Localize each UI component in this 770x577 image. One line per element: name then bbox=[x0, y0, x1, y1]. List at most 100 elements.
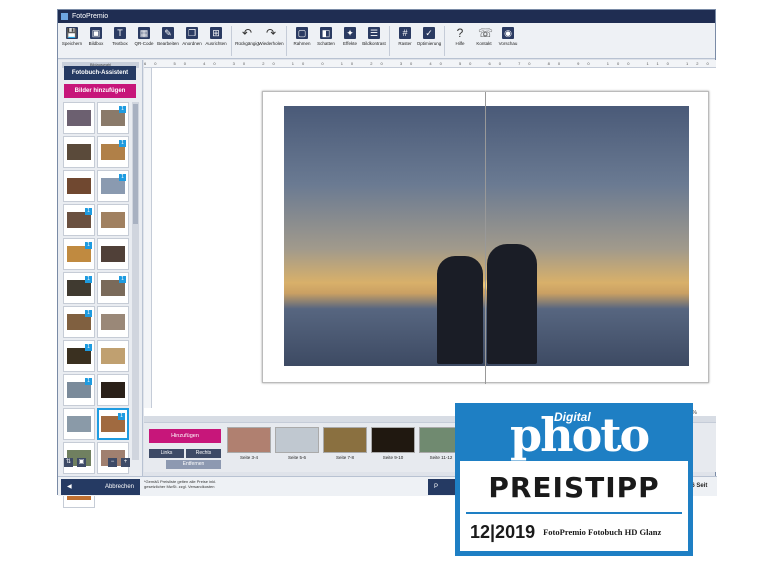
add-images-button[interactable]: Bilder hinzufügen bbox=[64, 84, 136, 98]
move-right-button[interactable]: Rechts bbox=[186, 449, 221, 458]
toolbar-label: Effekte bbox=[343, 41, 357, 46]
usage-badge: 1 bbox=[119, 276, 126, 283]
toolbar-label: QR-Code bbox=[134, 41, 154, 46]
image-thumbnail[interactable] bbox=[97, 238, 129, 270]
thumbnail-photo bbox=[101, 246, 125, 262]
window-title: FotoPremio bbox=[72, 13, 109, 20]
image-thumbnail[interactable]: 1 bbox=[63, 238, 95, 270]
toolbar-label: Vorschau bbox=[498, 41, 518, 46]
image-thumbnail[interactable]: 1 bbox=[97, 408, 129, 440]
toolbar-icon: ▦ bbox=[138, 27, 150, 39]
image-thumbnail[interactable]: 1 bbox=[97, 102, 129, 134]
toolbar-bildkontrast-button[interactable]: ☰ Bildkontrast bbox=[362, 23, 386, 59]
toolbar-r-ckg-ngig-button[interactable]: ↶ Rückgängig bbox=[235, 23, 259, 59]
remove-page-button[interactable]: Entfernen bbox=[166, 460, 221, 469]
toolbar-raster-button[interactable]: # Raster bbox=[393, 23, 417, 59]
toolbar-icon: ☏ bbox=[478, 26, 494, 40]
thumbnail-photo bbox=[101, 348, 125, 364]
image-thumbnail[interactable]: 1 bbox=[97, 136, 129, 168]
toolbar-label: Kontakt bbox=[476, 41, 492, 46]
page-preview bbox=[227, 427, 271, 453]
zoom-in-icon[interactable]: + bbox=[121, 458, 130, 467]
toolbar-label: Hilfe bbox=[455, 41, 465, 46]
image-thumbnail[interactable] bbox=[97, 340, 129, 372]
image-thumbnail[interactable] bbox=[63, 136, 95, 168]
toolbar-icon: T bbox=[114, 27, 126, 39]
image-thumbnail[interactable]: 1 bbox=[63, 374, 95, 406]
cancel-button[interactable]: Abbrechen bbox=[61, 479, 140, 495]
toolbar-anordnen-button[interactable]: ❐ Anordnen bbox=[180, 23, 204, 59]
image-thumbnail[interactable] bbox=[97, 374, 129, 406]
toolbar-icon: ❐ bbox=[186, 27, 198, 39]
image-thumbnail[interactable]: 1 bbox=[97, 272, 129, 304]
add-page-button[interactable]: Hinzufügen bbox=[149, 429, 221, 443]
toolbar-optimierung-button[interactable]: ✓ Optimierung bbox=[417, 23, 441, 59]
toolbar-label: Wiederholen bbox=[258, 41, 284, 46]
toolbar-effekte-button[interactable]: ✦ Effekte bbox=[338, 23, 362, 59]
image-thumbnail[interactable]: 1 bbox=[63, 306, 95, 338]
sort-icon[interactable]: ⇅ bbox=[64, 458, 73, 467]
image-thumbnail[interactable]: 1 bbox=[63, 340, 95, 372]
sunset-couple-photo[interactable] bbox=[284, 106, 689, 366]
sidebar-scrollbar[interactable] bbox=[132, 102, 139, 460]
award-footer: 12|2019 FotoPremio Fotobuch HD Glanz bbox=[470, 520, 686, 544]
magazine-logo: photo Digital bbox=[460, 408, 688, 461]
page-thumbnail[interactable]: Seite 3-4 bbox=[227, 427, 271, 460]
zoom-out-icon[interactable]: − bbox=[108, 458, 117, 467]
page-thumbnail[interactable]: Seite 7-8 bbox=[323, 427, 367, 460]
silhouette-woman bbox=[437, 256, 483, 364]
toolbar-schatten-button[interactable]: ◧ Schatten bbox=[314, 23, 338, 59]
image-thumbnail[interactable]: 1 bbox=[63, 204, 95, 236]
toolbar-icon: ✎ bbox=[162, 27, 174, 39]
toolbar-hilfe-button[interactable]: ? Hilfe bbox=[448, 23, 472, 59]
image-thumbnail[interactable]: 1 bbox=[63, 272, 95, 304]
image-thumbnail[interactable] bbox=[63, 102, 95, 134]
toolbar-kontakt-button[interactable]: ☏ Kontakt bbox=[472, 23, 496, 59]
toolbar-bearbeiten-button[interactable]: ✎ Bearbeiten bbox=[156, 23, 180, 59]
thumbnail-grid: 1 1 1 1 1 1 1 1 1 1 1 bbox=[63, 102, 131, 508]
toolbar-icon: ? bbox=[456, 26, 464, 40]
award-product: FotoPremio Fotobuch HD Glanz bbox=[543, 527, 662, 537]
toolbar-label: Rahmen bbox=[293, 41, 311, 46]
toolbar-label: Bildkontrast bbox=[362, 41, 386, 46]
toolbar-bildbox-button[interactable]: ▣ Bildbox bbox=[84, 23, 108, 59]
toolbar-textbox-button[interactable]: T Textbox bbox=[108, 23, 132, 59]
image-thumbnail[interactable] bbox=[97, 306, 129, 338]
toolbar-wiederholen-button[interactable]: ↷ Wiederholen bbox=[258, 23, 284, 59]
usage-badge: 1 bbox=[119, 174, 126, 181]
page-label: Seite 5-6 bbox=[287, 455, 306, 460]
delete-icon[interactable]: ▣ bbox=[77, 458, 86, 467]
photobook-assistant-button[interactable]: Fotobuch-Assistent bbox=[64, 66, 136, 80]
toolbar-rahmen-button[interactable]: ▢ Rahmen bbox=[290, 23, 314, 59]
page-thumbnail[interactable]: Seite 9-10 bbox=[371, 427, 415, 460]
toolbar-label: Anordnen bbox=[182, 41, 202, 46]
image-thumbnail[interactable] bbox=[63, 170, 95, 202]
page-label: Seite 7-8 bbox=[335, 455, 354, 460]
toolbar-icon: ▣ bbox=[90, 27, 102, 39]
award-issue: 12|2019 bbox=[470, 521, 536, 542]
scroll-thumb[interactable] bbox=[133, 104, 138, 224]
book-spread[interactable] bbox=[262, 91, 709, 384]
toolbar-label: Ausrichten bbox=[205, 41, 227, 46]
image-thumbnail[interactable]: 1 bbox=[97, 170, 129, 202]
toolbar-separator bbox=[444, 26, 445, 56]
toolbar-icon: ↷ bbox=[265, 26, 277, 40]
image-thumbnail[interactable] bbox=[97, 204, 129, 236]
move-left-button[interactable]: Links bbox=[149, 449, 184, 458]
toolbar-qr-code-button[interactable]: ▦ QR-Code bbox=[132, 23, 156, 59]
usage-badge: 1 bbox=[118, 413, 125, 420]
toolbar-icon: ↶ bbox=[241, 26, 253, 40]
toolbar-separator bbox=[389, 26, 390, 56]
silhouette-man bbox=[487, 244, 537, 364]
toolbar-vorschau-button[interactable]: ◉ Vorschau bbox=[496, 23, 520, 59]
move-buttons: Links Rechts bbox=[149, 449, 221, 458]
toolbar-ausrichten-button[interactable]: ⊞ Ausrichten bbox=[204, 23, 228, 59]
usage-badge: 1 bbox=[85, 242, 92, 249]
app-icon bbox=[61, 13, 68, 20]
toolbar-speichern-button[interactable]: 💾 Speichern bbox=[60, 23, 84, 59]
page-thumbnail[interactable]: Seite 5-6 bbox=[275, 427, 319, 460]
proceed-button[interactable]: P bbox=[428, 479, 458, 495]
spread-fold-line bbox=[485, 92, 486, 384]
image-thumbnail[interactable] bbox=[63, 408, 95, 440]
thumbnail-photo bbox=[67, 416, 91, 432]
